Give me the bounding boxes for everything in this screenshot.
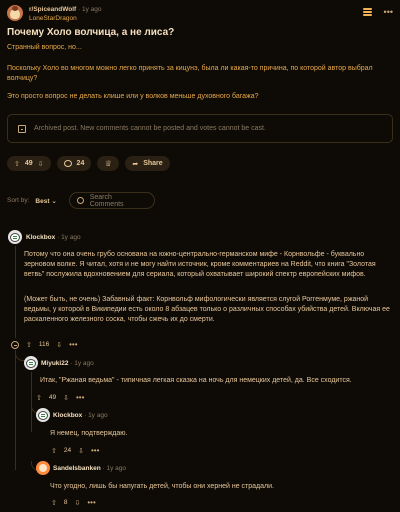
comment-actions: ⇧ 49 ⇩ ••• — [36, 393, 84, 402]
more-options-icon[interactable]: ••• — [76, 393, 84, 402]
subreddit-avatar[interactable] — [7, 5, 23, 21]
upvote-icon[interactable]: ⇧ — [14, 160, 20, 168]
comment-sort-bar: Sort by: Best ⌄ Search Comments — [7, 192, 155, 209]
more-options-icon[interactable]: ••• — [384, 8, 393, 17]
comment-age: 1y ago — [61, 234, 81, 241]
comment-actions: ⇧ 116 ⇩ ••• — [11, 340, 78, 349]
post-meta: r/SpiceandWolf · 1y ago — [29, 6, 102, 13]
more-options-icon[interactable]: ••• — [69, 340, 77, 349]
meta-separator: · — [57, 234, 60, 241]
avatar[interactable] — [8, 230, 22, 244]
downvote-icon[interactable]: ⇩ — [78, 447, 84, 455]
upvote-icon[interactable]: ⇧ — [51, 499, 57, 507]
avatar[interactable] — [24, 356, 38, 370]
subreddit-link[interactable]: r/SpiceandWolf — [29, 6, 76, 13]
post-title: Почему Холо волчица, а не лиса? — [7, 27, 175, 38]
comment-author[interactable]: Klockbox — [53, 412, 82, 419]
share-button[interactable]: ➦ Share — [125, 156, 170, 171]
post-vote-count: 49 — [24, 160, 33, 167]
comment-paragraph: (Может быть, не очень) Забавный факт: Ко… — [24, 296, 390, 323]
comment-author[interactable]: Klockbox — [26, 234, 55, 241]
comment-header: Klockbox · 1y ago — [26, 234, 81, 241]
post-actions: ⇧ 49 ⇩ 24 ♕ ➦ Share — [7, 156, 170, 171]
comment-vote-count: 116 — [38, 341, 50, 348]
more-options-icon[interactable]: ••• — [87, 498, 95, 507]
sort-dropdown[interactable]: Best ⌄ — [35, 197, 56, 205]
downvote-icon[interactable]: ⇩ — [75, 499, 81, 507]
post-author[interactable]: LoneStarDragon — [29, 15, 77, 22]
comment-age: 1y ago — [88, 412, 108, 419]
comment-paragraph: Я немец, подтверждаю. — [50, 430, 128, 437]
post-age: 1y ago — [82, 6, 102, 13]
comments-button[interactable]: 24 — [56, 156, 92, 171]
comment-author[interactable]: Sandelsbanken — [53, 465, 101, 472]
upvote-icon[interactable]: ⇧ — [36, 394, 42, 402]
collapse-icon[interactable] — [11, 340, 19, 349]
comment-paragraph: Что угодно, лишь бы напугать детей, чтоб… — [50, 483, 274, 490]
avatar[interactable] — [36, 408, 50, 422]
meta-separator: · — [70, 360, 73, 367]
comment-author[interactable]: Miyuki22 — [41, 360, 68, 367]
comment-actions: ⇧ 8 ⇩ ••• — [51, 498, 96, 507]
post-header: r/SpiceandWolf · 1y ago LoneStarDragon •… — [7, 5, 393, 23]
comment-header: Miyuki22 · 1y ago — [41, 360, 94, 367]
post-paragraph-1: Странный вопрос, но... — [7, 44, 82, 51]
thread-line — [15, 246, 16, 338]
thread-line — [15, 350, 16, 470]
meta-separator: · — [102, 465, 105, 472]
mod-shield-icon[interactable] — [362, 8, 372, 16]
archive-box-icon — [18, 124, 26, 133]
vote-pill: ⇧ 49 ⇩ — [7, 156, 51, 171]
archived-notice-text: Archived post. New comments cannot be po… — [34, 125, 266, 132]
comment-paragraph: Итак, "Ржаная ведьма" - типичная легкая … — [40, 377, 352, 384]
comment-header: Klockbox · 1y ago — [53, 412, 108, 419]
downvote-icon[interactable]: ⇩ — [56, 341, 62, 349]
share-icon: ➦ — [132, 160, 139, 168]
archived-notice: Archived post. New comments cannot be po… — [7, 114, 393, 143]
comment-header: Sandelsbanken · 1y ago — [53, 465, 126, 472]
comment-vote-count: 24 — [63, 447, 72, 454]
comment-actions: ⇧ 24 ⇩ ••• — [51, 446, 99, 455]
post-paragraph-2: Поскольку Холо во многом можно легко при… — [7, 65, 373, 82]
comment-count: 24 — [76, 160, 85, 167]
more-options-icon[interactable]: ••• — [91, 446, 99, 455]
thread-line — [31, 372, 32, 432]
chevron-down-icon: ⌄ — [51, 197, 57, 205]
comment-age: 1y ago — [74, 360, 94, 367]
meta-separator: · — [84, 412, 87, 419]
post-paragraph-3: Это просто вопрос не делать клише или у … — [7, 93, 259, 100]
award-icon: ♕ — [104, 159, 112, 168]
sort-value: Best — [35, 197, 50, 205]
comment-bubble-icon — [63, 160, 72, 167]
award-button[interactable]: ♕ — [97, 156, 120, 171]
comment-vote-count: 8 — [63, 499, 68, 506]
search-placeholder: Search Comments — [89, 193, 124, 208]
sort-label: Sort by: — [7, 197, 30, 204]
meta-separator: · — [78, 6, 81, 13]
comment-paragraph: Потому что она очень грубо основана на ю… — [24, 251, 376, 278]
search-icon — [76, 197, 84, 204]
comment-vote-count: 49 — [48, 394, 57, 401]
avatar[interactable] — [36, 461, 50, 475]
upvote-icon[interactable]: ⇧ — [26, 341, 32, 349]
upvote-icon[interactable]: ⇧ — [51, 447, 57, 455]
comment-age: 1y ago — [106, 465, 127, 472]
downvote-icon[interactable]: ⇩ — [38, 160, 44, 168]
downvote-icon[interactable]: ⇩ — [63, 394, 69, 402]
search-comments-input[interactable]: Search Comments — [68, 192, 155, 209]
share-label: Share — [143, 160, 163, 167]
